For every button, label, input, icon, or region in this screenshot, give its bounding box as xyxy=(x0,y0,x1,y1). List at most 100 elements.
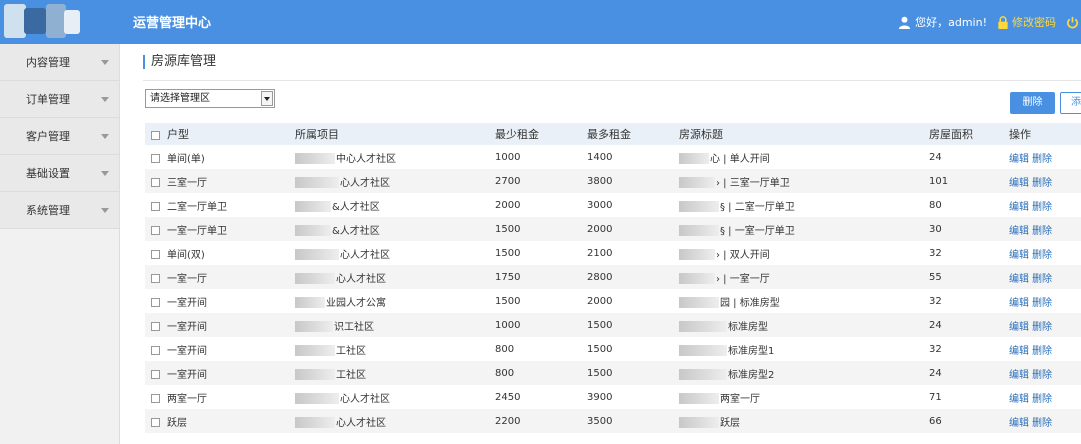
top-bar: 运营管理中心 您好，admin! 修改密码 xyxy=(0,0,1081,44)
cell-max-rent: 1500 xyxy=(587,313,679,337)
add-button[interactable]: 添 xyxy=(1060,92,1081,114)
row-checkbox[interactable] xyxy=(151,418,160,427)
redacted-mask xyxy=(295,225,331,236)
sidebar-item-label: 内容管理 xyxy=(26,56,70,69)
delete-link[interactable]: 删除 xyxy=(1032,418,1052,429)
cell-max-rent: 2100 xyxy=(587,247,613,259)
edit-link[interactable]: 编辑 xyxy=(1009,202,1029,213)
cell-max-rent: 2000 xyxy=(587,217,679,241)
cell-max-rent: 3500 xyxy=(587,409,679,433)
user-icon xyxy=(899,16,911,29)
row-checkbox[interactable] xyxy=(151,274,160,283)
edit-link[interactable]: 编辑 xyxy=(1009,322,1029,333)
row-checkbox[interactable] xyxy=(151,346,160,355)
cell-type: 一室开间 xyxy=(167,369,207,381)
redacted-mask xyxy=(295,321,333,332)
row-checkbox[interactable] xyxy=(151,178,160,187)
edit-link[interactable]: 编辑 xyxy=(1009,226,1029,237)
cell-area: 24 xyxy=(929,151,942,163)
edit-link[interactable]: 编辑 xyxy=(1009,274,1029,285)
cell-type: 一室一厅 xyxy=(167,273,207,285)
delete-link[interactable]: 删除 xyxy=(1032,226,1052,237)
area-select[interactable]: 请选择管理区 xyxy=(145,89,275,108)
cell-type: 一室开间 xyxy=(167,321,207,333)
delete-link[interactable]: 删除 xyxy=(1032,154,1052,165)
cell-type: 跃层 xyxy=(167,417,187,429)
change-password-link[interactable]: 修改密码 xyxy=(1012,14,1056,30)
cell-area: 71 xyxy=(929,391,942,403)
redacted-mask xyxy=(295,153,335,164)
cell-area: 80 xyxy=(929,199,942,211)
delete-link[interactable]: 删除 xyxy=(1032,322,1052,333)
edit-link[interactable]: 编辑 xyxy=(1009,154,1029,165)
cell-title: 两室一厅 xyxy=(720,393,760,405)
cell-project: 工社区 xyxy=(336,369,366,381)
table-row: 一室开间 工社区 800 1500 标准房型2 24 编辑 删除 xyxy=(145,361,1081,385)
delete-link[interactable]: 删除 xyxy=(1032,202,1052,213)
cell-max-rent: 3800 xyxy=(587,169,679,193)
chevron-down-icon xyxy=(101,207,109,213)
cell-project: 中心人才社区 xyxy=(336,153,396,165)
cell-min-rent: 1500 xyxy=(495,247,521,259)
sidebar-item-customers[interactable]: 客户管理 xyxy=(0,118,119,155)
redacted-mask xyxy=(679,249,715,260)
row-checkbox[interactable] xyxy=(151,370,160,379)
cell-area: 66 xyxy=(929,409,1009,433)
sidebar: 内容管理 订单管理 客户管理 基础设置 系统管理 xyxy=(0,44,120,444)
table-header-row: 户型 所属项目 最少租金 最多租金 房源标题 房屋面积 操作 xyxy=(145,123,1081,145)
cell-area: 32 xyxy=(929,295,942,307)
cell-title: › | 双人开间 xyxy=(716,249,770,261)
delete-link[interactable]: 删除 xyxy=(1032,178,1052,189)
cell-area: 32 xyxy=(929,343,942,355)
row-checkbox[interactable] xyxy=(151,394,160,403)
cell-area: 24 xyxy=(929,361,1009,385)
redacted-mask xyxy=(679,225,719,236)
edit-link[interactable]: 编辑 xyxy=(1009,250,1029,261)
edit-link[interactable]: 编辑 xyxy=(1009,346,1029,357)
cell-type: 两室一厅 xyxy=(167,393,207,405)
sidebar-item-orders[interactable]: 订单管理 xyxy=(0,81,119,118)
edit-link[interactable]: 编辑 xyxy=(1009,298,1029,309)
power-icon[interactable] xyxy=(1066,16,1079,29)
cell-type: 一室开间 xyxy=(167,297,207,309)
edit-link[interactable]: 编辑 xyxy=(1009,370,1029,381)
edit-link[interactable]: 编辑 xyxy=(1009,394,1029,405)
sidebar-item-basic-settings[interactable]: 基础设置 xyxy=(0,155,119,192)
cell-title: 标准房型 xyxy=(728,321,768,333)
row-checkbox[interactable] xyxy=(151,322,160,331)
row-checkbox[interactable] xyxy=(151,154,160,163)
row-checkbox[interactable] xyxy=(151,298,160,307)
select-all-checkbox[interactable] xyxy=(151,130,160,140)
row-checkbox[interactable] xyxy=(151,202,160,211)
redacted-mask xyxy=(679,153,709,164)
cell-type: 一室一厅单卫 xyxy=(167,225,227,237)
delete-link[interactable]: 删除 xyxy=(1032,370,1052,381)
cell-max-rent: 2000 xyxy=(587,295,613,307)
delete-link[interactable]: 删除 xyxy=(1032,346,1052,357)
redacted-mask xyxy=(295,369,335,380)
listings-table: 户型 所属项目 最少租金 最多租金 房源标题 房屋面积 操作 单间(单) 中心人才… xyxy=(145,123,1081,433)
delete-link[interactable]: 删除 xyxy=(1032,250,1052,261)
delete-link[interactable]: 删除 xyxy=(1032,298,1052,309)
edit-link[interactable]: 编辑 xyxy=(1009,178,1029,189)
cell-project: &人才社区 xyxy=(332,201,380,213)
row-checkbox[interactable] xyxy=(151,226,160,235)
header-project: 所属项目 xyxy=(295,123,495,145)
cell-title: 园 | 标准房型 xyxy=(720,297,780,309)
table-row: 两室一厅 心人才社区 2450 3900 两室一厅 71 编辑 删除 xyxy=(145,385,1081,409)
edit-link[interactable]: 编辑 xyxy=(1009,418,1029,429)
row-checkbox[interactable] xyxy=(151,250,160,259)
delete-link[interactable]: 删除 xyxy=(1032,274,1052,285)
cell-title: 跃层 xyxy=(720,417,740,429)
cell-min-rent: 2000 xyxy=(495,199,521,211)
table-row: 三室一厅 心人才社区 2700 3800 › | 三室一厅单卫 101 编辑 删除 xyxy=(145,169,1081,193)
chevron-down-icon[interactable] xyxy=(261,91,273,106)
cell-type: 单间(双) xyxy=(167,249,205,261)
sidebar-item-content[interactable]: 内容管理 xyxy=(0,44,119,81)
cell-project: 心人才社区 xyxy=(340,249,390,261)
sidebar-item-system[interactable]: 系统管理 xyxy=(0,192,119,229)
delete-link[interactable]: 删除 xyxy=(1032,394,1052,405)
delete-button[interactable]: 删除 xyxy=(1010,92,1055,114)
redacted-mask xyxy=(295,393,339,404)
sidebar-item-label: 基础设置 xyxy=(26,167,70,180)
